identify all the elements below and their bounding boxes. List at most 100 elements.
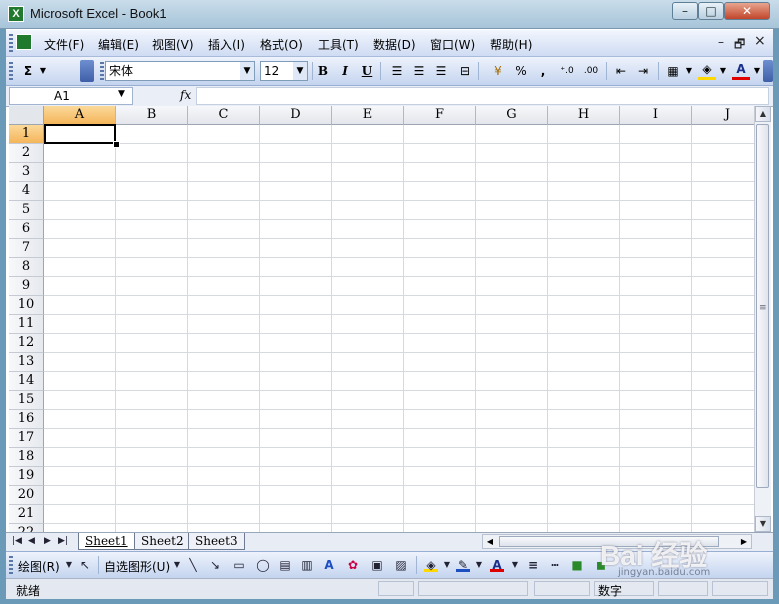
chevron-down-icon[interactable]: ▼ xyxy=(293,62,307,80)
next-sheet-icon[interactable]: ▶ xyxy=(44,536,51,546)
menu-insert[interactable]: 插入(I) xyxy=(208,36,245,53)
menu-tools[interactable]: 工具(T) xyxy=(318,36,359,53)
row-header-14[interactable]: 14 xyxy=(9,372,44,391)
formula-input[interactable] xyxy=(196,87,769,105)
clipart-icon[interactable]: ▣ xyxy=(370,558,384,572)
chevron-down-icon[interactable]: ▼ xyxy=(170,558,184,572)
row-header-11[interactable]: 11 xyxy=(9,315,44,334)
row-header-5[interactable]: 5 xyxy=(9,201,44,220)
font-color-icon[interactable]: A xyxy=(490,558,504,572)
close-button[interactable]: ✕ xyxy=(724,2,770,20)
excel-app-icon[interactable]: X xyxy=(8,6,24,22)
sheet-tab-sheet2[interactable]: Sheet2 xyxy=(134,533,191,550)
insert-function-button[interactable]: fx xyxy=(180,88,191,102)
sheet-tab-sheet1[interactable]: Sheet1 xyxy=(78,533,135,550)
insert-picture-icon[interactable]: ▨ xyxy=(394,558,408,572)
align-center-icon[interactable]: ☰ xyxy=(410,62,428,80)
autoshapes-button[interactable]: 自选图形(U) xyxy=(104,558,170,575)
fill-color-icon[interactable]: ◈ xyxy=(698,62,716,80)
select-all-corner[interactable] xyxy=(9,106,44,125)
column-header-f[interactable]: F xyxy=(404,106,476,125)
chevron-down-icon[interactable]: ▼ xyxy=(752,62,762,80)
last-sheet-icon[interactable]: ▶| xyxy=(58,536,68,546)
decrease-indent-icon[interactable]: ⇤ xyxy=(612,62,630,80)
fill-handle[interactable] xyxy=(113,141,120,148)
chevron-down-icon[interactable]: ▼ xyxy=(240,62,254,80)
increase-indent-icon[interactable]: ⇥ xyxy=(634,62,652,80)
decrease-decimal-icon[interactable]: .00 xyxy=(580,62,602,80)
percent-button[interactable]: % xyxy=(512,62,530,80)
scroll-right-icon[interactable]: ▶ xyxy=(737,535,751,548)
scroll-up-icon[interactable]: ▲ xyxy=(755,106,771,122)
column-header-c[interactable]: C xyxy=(188,106,260,125)
comma-style-button[interactable]: , xyxy=(536,62,550,80)
dash-style-icon[interactable]: ┅ xyxy=(548,558,562,572)
row-header-8[interactable]: 8 xyxy=(9,258,44,277)
toolbar-options-icon[interactable] xyxy=(80,60,94,82)
menu-edit[interactable]: 编辑(E) xyxy=(98,36,139,53)
line-icon[interactable]: ╲ xyxy=(186,558,200,572)
column-header-d[interactable]: D xyxy=(260,106,332,125)
menu-help[interactable]: 帮助(H) xyxy=(490,36,532,53)
row-header-9[interactable]: 9 xyxy=(9,277,44,296)
toolbar-options-icon[interactable] xyxy=(763,60,773,82)
column-header-g[interactable]: G xyxy=(476,106,548,125)
row-header-22[interactable]: 22 xyxy=(9,524,44,532)
draw-menu-button[interactable]: 绘图(R) xyxy=(18,558,60,575)
column-header-j[interactable]: J xyxy=(692,106,754,125)
currency-icon[interactable]: ¥ xyxy=(488,62,508,80)
diagram-icon[interactable]: ✿ xyxy=(346,558,360,572)
textbox-icon[interactable]: ▤ xyxy=(278,558,292,572)
chevron-down-icon[interactable]: ▼ xyxy=(118,89,125,99)
shadow-style-icon[interactable]: ■ xyxy=(570,558,584,572)
align-left-icon[interactable]: ☰ xyxy=(388,62,406,80)
toolbar-grip-2[interactable] xyxy=(100,62,104,80)
row-header-19[interactable]: 19 xyxy=(9,467,44,486)
font-size-combo[interactable]: 12 ▼ xyxy=(260,61,308,81)
font-color-icon[interactable]: A xyxy=(732,62,750,80)
autosum-dropdown-icon[interactable]: ▼ xyxy=(38,62,48,80)
mdi-close-icon[interactable]: × xyxy=(754,33,766,49)
oval-icon[interactable]: ◯ xyxy=(256,558,270,572)
chevron-down-icon[interactable]: ▼ xyxy=(62,558,76,572)
column-header-b[interactable]: B xyxy=(116,106,188,125)
chevron-down-icon[interactable]: ▼ xyxy=(472,558,486,572)
bold-button[interactable]: B xyxy=(314,62,332,80)
name-box[interactable]: A1 xyxy=(9,87,133,105)
menu-file[interactable]: 文件(F) xyxy=(44,36,84,53)
menu-window[interactable]: 窗口(W) xyxy=(430,36,475,53)
row-header-3[interactable]: 3 xyxy=(9,163,44,182)
merge-center-icon[interactable]: ⊟ xyxy=(456,62,474,80)
chevron-down-icon[interactable]: ▼ xyxy=(684,62,694,80)
row-header-10[interactable]: 10 xyxy=(9,296,44,315)
vertical-textbox-icon[interactable]: ▥ xyxy=(300,558,314,572)
row-header-2[interactable]: 2 xyxy=(9,144,44,163)
row-header-18[interactable]: 18 xyxy=(9,448,44,467)
italic-button[interactable]: I xyxy=(336,62,354,80)
worksheet-grid[interactable]: ABCDEFGHIJ 1 2 3 4 5 6 7 8 9 10 11 12 13 14 15 16 17 18 19… xyxy=(9,106,754,532)
column-header-h[interactable]: H xyxy=(548,106,620,125)
rectangle-icon[interactable]: ▭ xyxy=(232,558,246,572)
chevron-down-icon[interactable]: ▼ xyxy=(508,558,522,572)
scroll-left-icon[interactable]: ◀ xyxy=(483,535,497,548)
wordart-icon[interactable]: A xyxy=(322,558,336,572)
row-header-15[interactable]: 15 xyxy=(9,391,44,410)
drawbar-grip[interactable] xyxy=(9,556,13,574)
row-header-17[interactable]: 17 xyxy=(9,429,44,448)
sheet-tab-sheet3[interactable]: Sheet3 xyxy=(188,533,245,550)
active-cell[interactable] xyxy=(44,124,116,144)
row-header-20[interactable]: 20 xyxy=(9,486,44,505)
row-header-6[interactable]: 6 xyxy=(9,220,44,239)
row-header-13[interactable]: 13 xyxy=(9,353,44,372)
menu-view[interactable]: 视图(V) xyxy=(152,36,194,53)
fill-color-icon[interactable]: ◈ xyxy=(424,558,438,572)
column-header-i[interactable]: I xyxy=(620,106,692,125)
line-color-icon[interactable]: ✎ xyxy=(456,558,470,572)
menubar-grip[interactable] xyxy=(9,34,13,52)
font-name-combo[interactable]: 宋体 ▼ xyxy=(105,61,255,81)
arrow-icon[interactable]: ↘ xyxy=(208,558,222,572)
column-header-a[interactable]: A xyxy=(44,106,116,125)
underline-button[interactable]: U xyxy=(358,62,376,80)
increase-decimal-icon[interactable]: ⁺.0 xyxy=(556,62,578,80)
row-header-1[interactable]: 1 xyxy=(9,125,44,144)
